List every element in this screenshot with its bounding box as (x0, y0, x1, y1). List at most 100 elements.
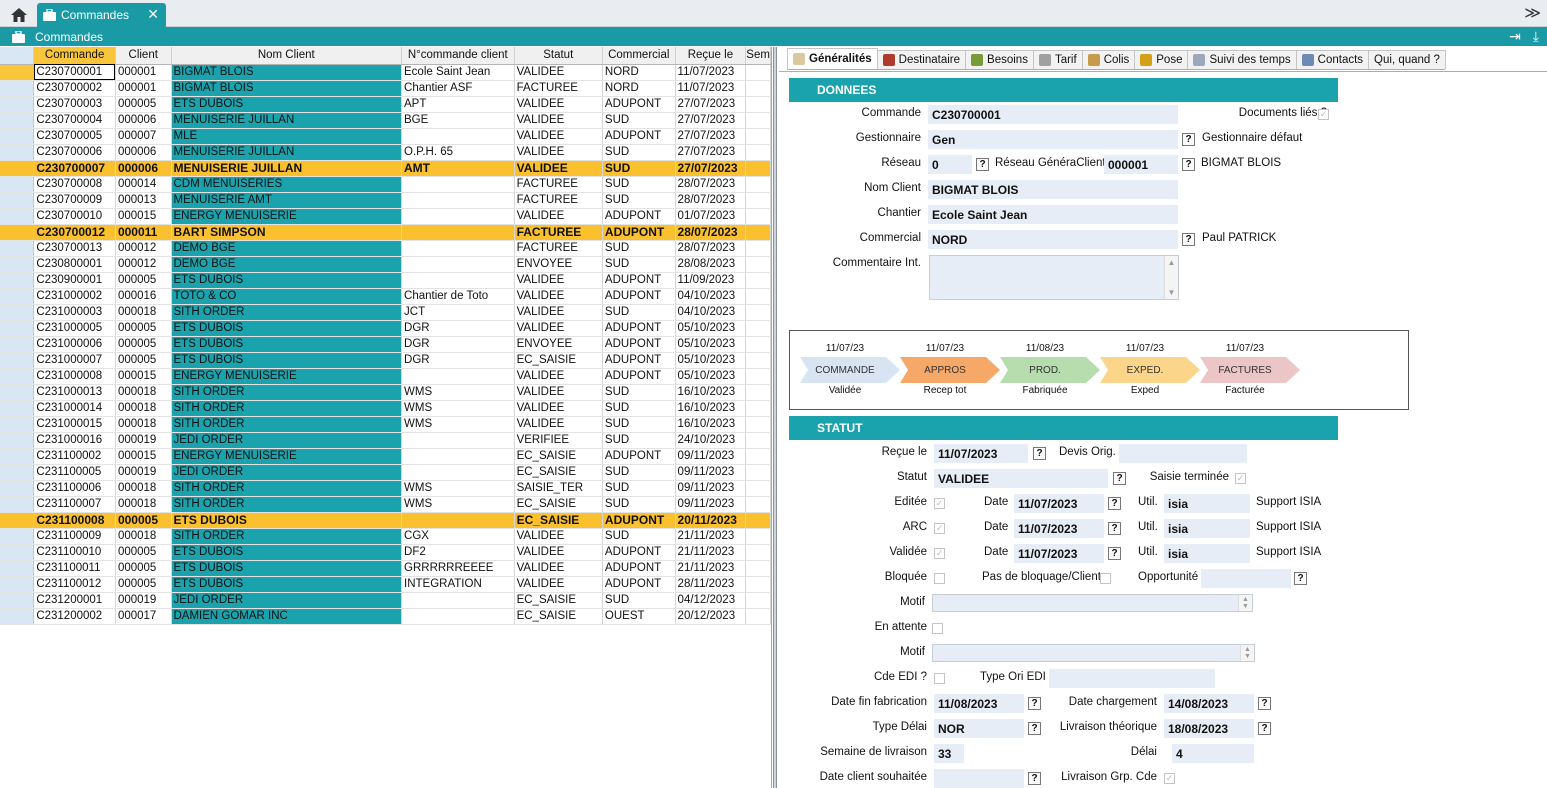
table-cell[interactable]: C230700004 (33, 112, 116, 129)
table-cell[interactable]: BART SIMPSON (171, 224, 403, 241)
table-cell[interactable]: APT (401, 96, 515, 113)
table-cell[interactable]: AMT (401, 160, 515, 177)
table-cell[interactable]: DGR (401, 336, 515, 353)
table-cell[interactable]: WMS (401, 384, 515, 401)
table-row[interactable]: C231000013 000018 SITH ORDER WMS VALIDEE SUD 1… (0, 384, 771, 401)
table-cell[interactable] (745, 160, 771, 177)
table-row[interactable]: C231200002 000017 DAMIEN GOMAR INC EC_SAISI… (0, 608, 771, 625)
table-cell[interactable]: 27/07/2023 (675, 128, 747, 145)
editee-util-field[interactable]: isia (1164, 494, 1250, 513)
table-cell[interactable]: CDM MENUISERIES (171, 176, 403, 193)
editee-date-field[interactable]: 11/07/2023 (1014, 494, 1104, 513)
table-cell[interactable]: 000005 (115, 352, 172, 369)
table-cell[interactable]: DEMO BGE (171, 256, 403, 273)
table-cell[interactable] (745, 352, 771, 369)
row-indicator[interactable] (0, 320, 35, 337)
table-cell[interactable]: C231100010 (33, 544, 116, 561)
table-cell[interactable]: 09/11/2023 (675, 480, 747, 497)
table-cell[interactable]: 24/10/2023 (675, 432, 747, 449)
table-cell[interactable]: 000018 (115, 496, 172, 513)
table-cell[interactable]: ADUPONT (602, 544, 676, 561)
column-header-commande[interactable]: Commande (33, 47, 116, 65)
table-row[interactable]: C231000005 000005 ETS DUBOIS DGR VALIDEE ADUP… (0, 320, 771, 337)
table-cell[interactable]: VALIDEE (514, 144, 603, 161)
commande-field[interactable]: C230700001 (928, 105, 1178, 124)
table-cell[interactable] (745, 336, 771, 353)
table-cell[interactable]: 28/07/2023 (675, 192, 747, 209)
table-cell[interactable]: DEMO BGE (171, 240, 403, 257)
table-cell[interactable]: C231000006 (33, 336, 116, 353)
table-cell[interactable]: 20/11/2023 (675, 512, 747, 529)
workflow-step-exped[interactable]: EXPED. (1100, 357, 1200, 383)
table-cell[interactable]: 01/07/2023 (675, 208, 747, 225)
table-row[interactable]: C231200001 000019 JEDI ORDER EC_SAISIE SUD 04… (0, 592, 771, 609)
table-cell[interactable]: ENVOYEE (514, 256, 603, 273)
row-indicator[interactable] (0, 272, 35, 289)
type-ori-edi-field[interactable] (1049, 669, 1215, 688)
table-cell[interactable]: ADUPONT (602, 272, 676, 289)
table-cell[interactable]: VALIDEE (514, 416, 603, 433)
row-indicator[interactable] (0, 240, 35, 257)
en-attente-checkbox[interactable] (932, 623, 943, 634)
table-cell[interactable]: SUD (602, 144, 676, 161)
table-cell[interactable]: O.P.H. 65 (401, 144, 515, 161)
table-cell[interactable]: 27/07/2023 (675, 96, 747, 113)
table-cell[interactable] (745, 64, 771, 81)
table-cell[interactable] (745, 128, 771, 145)
arc-util-field[interactable]: isia (1164, 519, 1250, 538)
table-cell[interactable]: 000018 (115, 304, 172, 321)
table-cell[interactable]: 11/07/2023 (675, 80, 747, 97)
panel-splitter[interactable] (773, 47, 777, 788)
table-cell[interactable]: 04/12/2023 (675, 592, 747, 609)
table-cell[interactable]: 000018 (115, 416, 172, 433)
table-cell[interactable]: Chantier de Toto (401, 288, 515, 305)
pin-right-icon[interactable]: ⇥ (1509, 28, 1521, 45)
reseau-client-help-button[interactable]: ? (1182, 158, 1195, 171)
table-cell[interactable]: INTEGRATION (401, 576, 515, 593)
recue-help-button[interactable]: ? (1033, 447, 1046, 460)
table-cell[interactable]: 11/09/2023 (675, 272, 747, 289)
table-cell[interactable]: BGE (401, 112, 515, 129)
table-cell[interactable]: ADUPONT (602, 560, 676, 577)
row-indicator[interactable] (0, 80, 35, 97)
row-indicator[interactable] (0, 64, 35, 81)
table-row[interactable]: C230700001 000001 BIGMAT BLOIS Ecole Saint … (0, 64, 771, 81)
table-cell[interactable]: C231000008 (33, 368, 116, 385)
table-row[interactable]: C230700013 000012 DEMO BGE FACTUREE SUD 28/07… (0, 240, 771, 257)
table-cell[interactable]: VALIDEE (514, 272, 603, 289)
table-cell[interactable] (745, 400, 771, 417)
table-row[interactable]: C231100006 000018 SITH ORDER WMS SAISIE_TER S… (0, 480, 771, 497)
workflow-step-appros[interactable]: APPROS (900, 357, 1000, 383)
download-icon[interactable]: ⤓ (1533, 28, 1539, 45)
arc-date-help-button[interactable]: ? (1108, 522, 1121, 535)
table-cell[interactable]: JEDI ORDER (171, 464, 403, 481)
date-client-field[interactable] (934, 769, 1024, 788)
nom-client-field[interactable]: BIGMAT BLOIS (928, 180, 1178, 199)
table-cell[interactable]: C231200001 (33, 592, 116, 609)
table-cell[interactable]: JCT (401, 304, 515, 321)
commercial-help-button[interactable]: ? (1182, 233, 1195, 246)
table-cell[interactable]: VALIDEE (514, 160, 603, 177)
table-cell[interactable]: WMS (401, 416, 515, 433)
row-indicator[interactable] (0, 336, 35, 353)
table-cell[interactable]: MLE (171, 128, 403, 145)
table-cell[interactable]: BIGMAT BLOIS (171, 80, 403, 97)
table-cell[interactable]: VALIDEE (514, 368, 603, 385)
table-row[interactable]: C230800001 000012 DEMO BGE ENVOYEE SUD 28/08/… (0, 256, 771, 273)
semaine-livraison-field[interactable]: 33 (934, 744, 964, 763)
table-cell[interactable]: C230700006 (33, 144, 116, 161)
close-icon[interactable]: ✕ (147, 6, 159, 23)
table-row[interactable]: C230700009 000013 MENUISERIE AMT FACTUREE SU… (0, 192, 771, 209)
table-cell[interactable]: 000005 (115, 96, 172, 113)
table-cell[interactable] (401, 224, 515, 241)
table-cell[interactable]: NORD (602, 80, 676, 97)
table-cell[interactable]: 000017 (115, 608, 172, 625)
validee-date-field[interactable]: 11/07/2023 (1014, 544, 1104, 563)
table-cell[interactable]: JEDI ORDER (171, 592, 403, 609)
table-cell[interactable]: ETS DUBOIS (171, 576, 403, 593)
table-cell[interactable]: 21/11/2023 (675, 528, 747, 545)
tab-qui-quand[interactable]: Qui, quand ? (1368, 50, 1446, 69)
table-cell[interactable]: C230700001 (33, 64, 116, 81)
table-cell[interactable]: 000013 (115, 192, 172, 209)
table-cell[interactable] (745, 288, 771, 305)
